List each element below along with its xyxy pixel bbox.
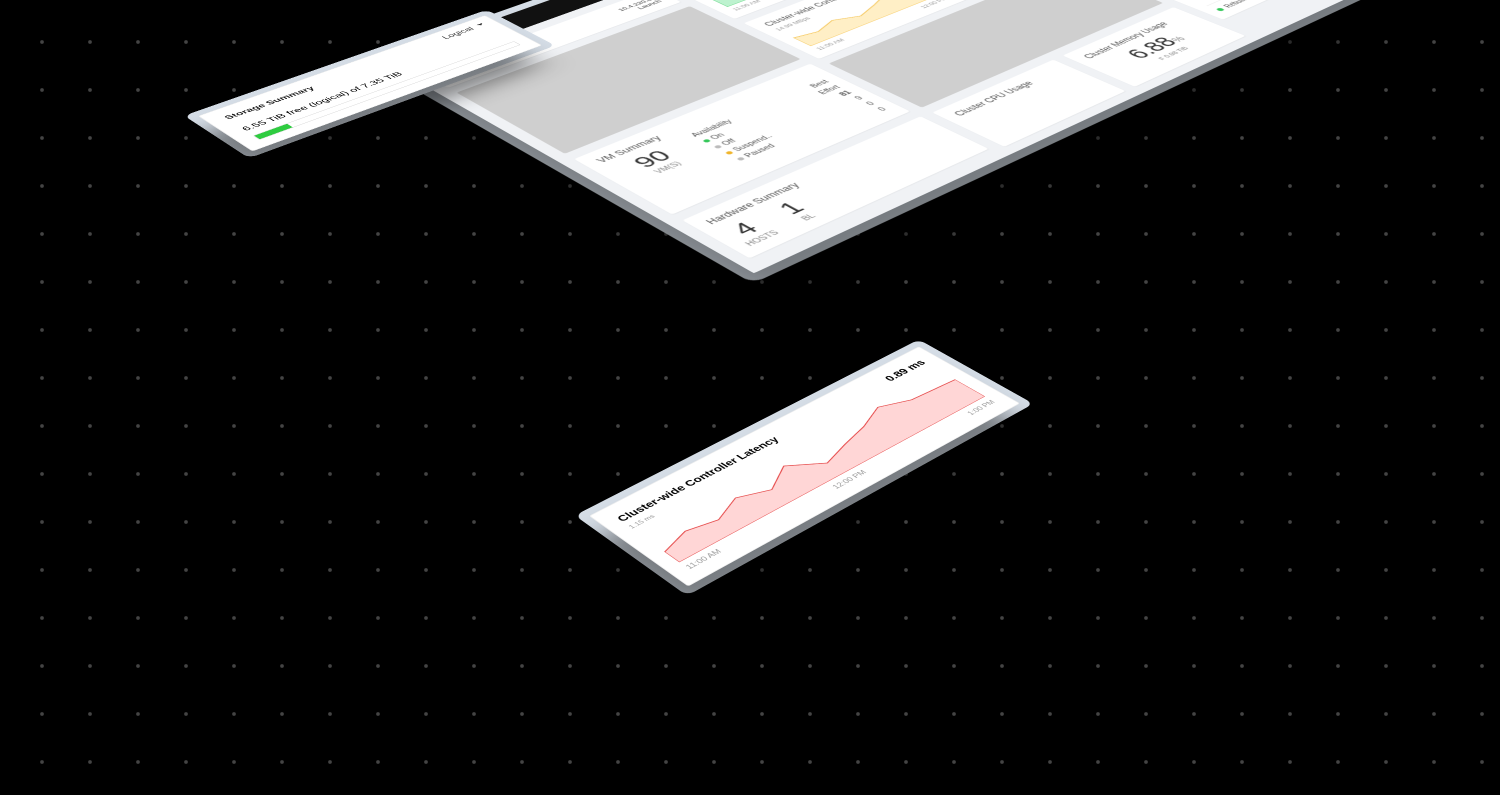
chevron-down-icon bbox=[476, 23, 486, 27]
resiliency-footer: Rebuild capacity available bbox=[1222, 0, 1298, 9]
latency-popup: Cluster-wide Controller Latency 0.89 ms … bbox=[589, 346, 1020, 586]
dashboard-panel: VERSION NUTANIX 20170830.171 10.4.220.80… bbox=[380, 0, 1461, 273]
latency-chart bbox=[633, 370, 985, 563]
